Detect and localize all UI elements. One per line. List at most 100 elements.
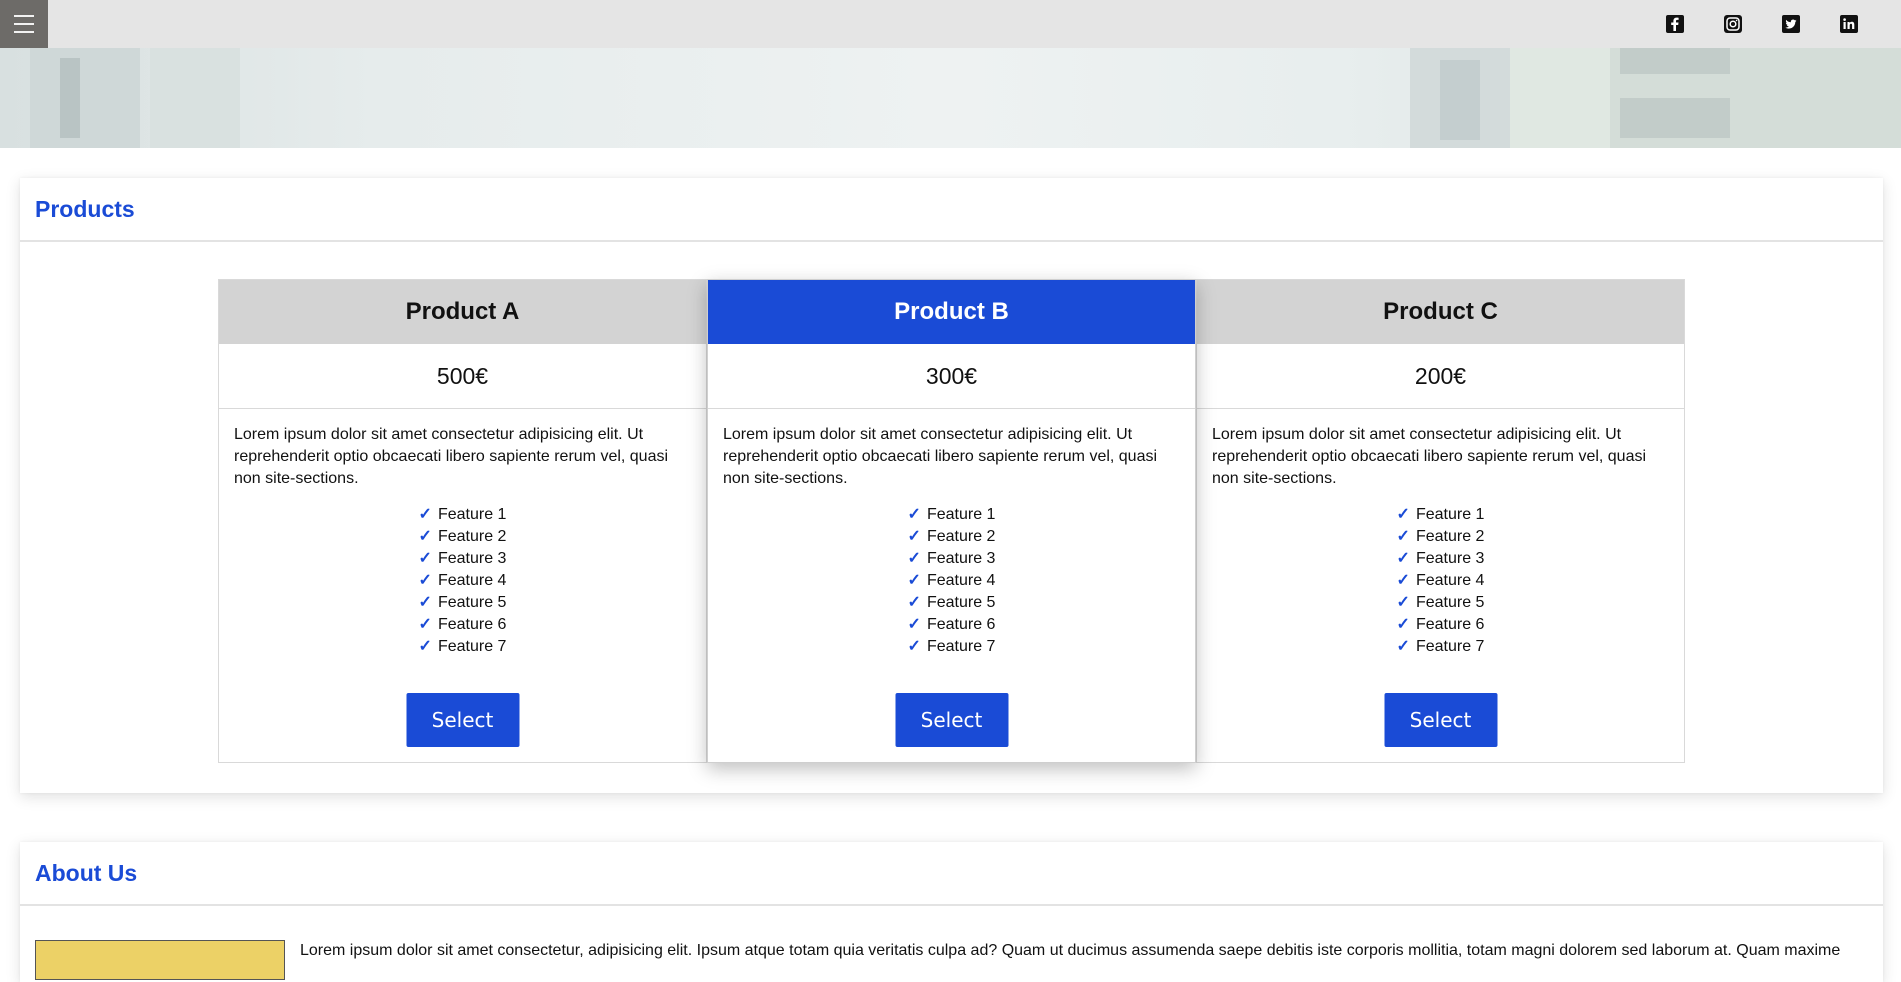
- hero-building-shape: [1620, 98, 1730, 138]
- feature-label: Feature 5: [437, 594, 507, 611]
- about-title: About Us: [35, 859, 138, 886]
- feature-item: ✓ Feature 6: [908, 614, 996, 636]
- plan-name: Product C: [1197, 280, 1684, 344]
- check-icon: ✓: [418, 506, 432, 523]
- products-title: Products: [35, 195, 135, 222]
- feature-item: ✓ Feature 7: [908, 636, 996, 658]
- plan-name: Product B: [708, 280, 1195, 344]
- plan-name: Product A: [219, 280, 706, 344]
- select-button-a[interactable]: Select: [406, 693, 519, 747]
- feature-item: ✓ Feature 6: [419, 614, 507, 636]
- instagram-icon[interactable]: [1723, 14, 1743, 34]
- check-icon: ✓: [1396, 550, 1410, 567]
- check-icon: ✓: [418, 594, 432, 611]
- plan-description: Lorem ipsum dolor sit amet consectetur a…: [234, 426, 669, 487]
- feature-list: ✓ Feature 1 ✓ Feature 2 ✓ Feature 3 ✓ Featur…: [1197, 504, 1684, 658]
- products-header: Products: [20, 178, 1883, 242]
- check-icon: ✓: [418, 528, 432, 545]
- feature-label: Feature 1: [926, 506, 996, 523]
- plan-price: 300€: [708, 344, 1195, 409]
- check-icon: ✓: [907, 572, 921, 589]
- plan-price: 500€: [219, 344, 706, 409]
- plan-description: Lorem ipsum dolor sit amet consectetur a…: [1212, 426, 1647, 487]
- plan-price: 200€: [1197, 344, 1684, 409]
- hero-building-shape: [1440, 60, 1480, 140]
- top-bar: [0, 0, 1901, 48]
- check-icon: ✓: [1396, 572, 1410, 589]
- about-text: Lorem ipsum dolor sit amet consectetur, …: [300, 942, 1841, 959]
- feature-item: ✓ Feature 5: [1397, 592, 1485, 614]
- hamburger-menu-icon[interactable]: [0, 0, 48, 48]
- social-links: [1665, 14, 1859, 34]
- check-icon: ✓: [907, 528, 921, 545]
- feature-label: Feature 4: [437, 572, 507, 589]
- feature-item: ✓ Feature 6: [1397, 614, 1485, 636]
- feature-item: ✓ Feature 4: [419, 570, 507, 592]
- feature-label: Feature 2: [1415, 528, 1485, 545]
- feature-label: Feature 3: [1415, 550, 1485, 567]
- menu-line: [14, 31, 34, 33]
- plan-description: Lorem ipsum dolor sit amet consectetur a…: [723, 426, 1158, 487]
- check-icon: ✓: [1396, 506, 1410, 523]
- hero-building-shape: [60, 58, 80, 138]
- feature-item: ✓ Feature 3: [908, 548, 996, 570]
- feature-item: ✓ Feature 7: [419, 636, 507, 658]
- check-icon: ✓: [1396, 528, 1410, 545]
- plan-card-b: Product B 300€ Lorem ipsum dolor sit ame…: [707, 279, 1196, 763]
- about-section: About Us Lorem ipsum dolor sit amet cons…: [20, 842, 1883, 982]
- feature-item: ✓ Feature 1: [1397, 504, 1485, 526]
- check-icon: ✓: [1396, 594, 1410, 611]
- hero-building-shape: [1510, 48, 1610, 148]
- hero-building-shape: [30, 48, 140, 148]
- check-icon: ✓: [907, 638, 921, 655]
- feature-label: Feature 3: [437, 550, 507, 567]
- menu-line: [14, 15, 34, 17]
- feature-item: ✓ Feature 2: [908, 526, 996, 548]
- feature-item: ✓ Feature 3: [1397, 548, 1485, 570]
- check-icon: ✓: [907, 550, 921, 567]
- twitter-icon[interactable]: [1781, 14, 1801, 34]
- check-icon: ✓: [1396, 638, 1410, 655]
- feature-item: ✓ Feature 2: [419, 526, 507, 548]
- pricing-table: Product A 500€ Lorem ipsum dolor sit ame…: [218, 279, 1685, 763]
- facebook-icon[interactable]: [1665, 14, 1685, 34]
- feature-label: Feature 5: [1415, 594, 1485, 611]
- plan-card-a: Product A 500€ Lorem ipsum dolor sit ame…: [218, 279, 707, 763]
- plan-card-c: Product C 200€ Lorem ipsum dolor sit ame…: [1196, 279, 1685, 763]
- linkedin-icon[interactable]: [1839, 14, 1859, 34]
- check-icon: ✓: [907, 594, 921, 611]
- feature-label: Feature 6: [437, 616, 507, 633]
- feature-label: Feature 1: [437, 506, 507, 523]
- feature-label: Feature 3: [926, 550, 996, 567]
- feature-item: ✓ Feature 4: [1397, 570, 1485, 592]
- feature-list: ✓ Feature 1 ✓ Feature 2 ✓ Feature 3 ✓ Featur…: [708, 504, 1195, 658]
- feature-label: Feature 7: [926, 638, 996, 655]
- feature-label: Feature 6: [1415, 616, 1485, 633]
- hero-banner: [0, 48, 1901, 148]
- feature-list: ✓ Feature 1 ✓ Feature 2 ✓ Feature 3 ✓ Featur…: [219, 504, 706, 658]
- feature-item: ✓ Feature 4: [908, 570, 996, 592]
- feature-label: Feature 2: [437, 528, 507, 545]
- feature-item: ✓ Feature 3: [419, 548, 507, 570]
- feature-label: Feature 7: [1415, 638, 1485, 655]
- products-section: Products Product A 500€ Lorem ipsum dolo…: [20, 178, 1883, 793]
- check-icon: ✓: [418, 638, 432, 655]
- feature-item: ✓ Feature 1: [419, 504, 507, 526]
- menu-line: [14, 23, 34, 25]
- feature-label: Feature 6: [926, 616, 996, 633]
- select-button-c[interactable]: Select: [1384, 693, 1497, 747]
- feature-label: Feature 1: [1415, 506, 1485, 523]
- hero-building-shape: [1620, 48, 1730, 74]
- check-icon: ✓: [418, 572, 432, 589]
- check-icon: ✓: [907, 506, 921, 523]
- feature-label: Feature 5: [926, 594, 996, 611]
- check-icon: ✓: [418, 616, 432, 633]
- feature-item: ✓ Feature 5: [419, 592, 507, 614]
- feature-label: Feature 7: [437, 638, 507, 655]
- check-icon: ✓: [907, 616, 921, 633]
- feature-item: ✓ Feature 7: [1397, 636, 1485, 658]
- feature-label: Feature 2: [926, 528, 996, 545]
- select-button-b[interactable]: Select: [895, 693, 1008, 747]
- check-icon: ✓: [418, 550, 432, 567]
- about-image: [35, 940, 285, 980]
